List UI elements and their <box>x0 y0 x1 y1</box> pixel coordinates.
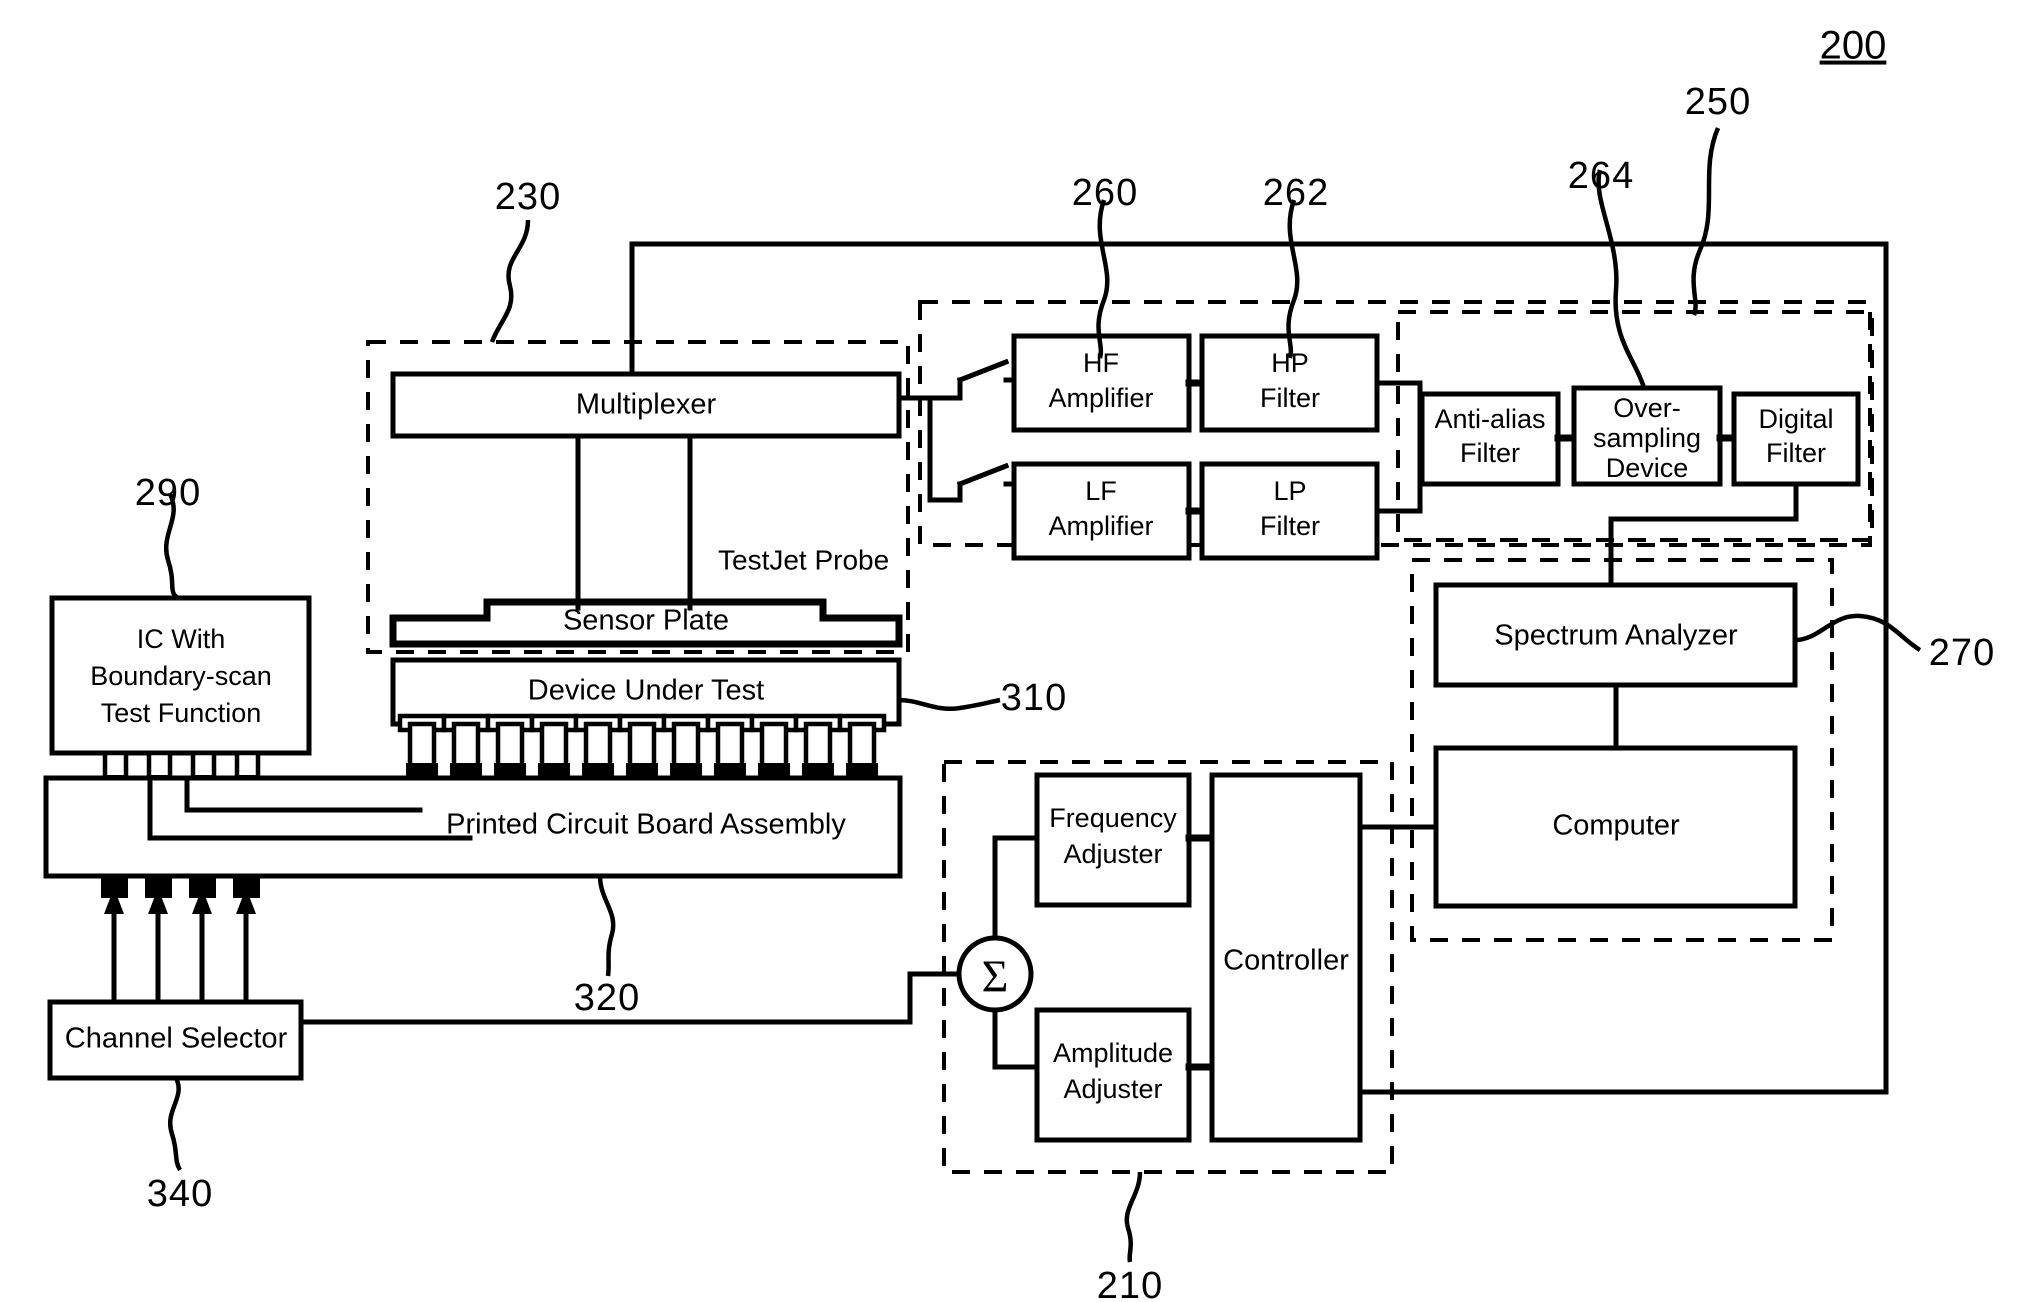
testjet-probe-label: TestJet Probe <box>718 544 889 575</box>
dut-pin <box>573 713 623 783</box>
summer-to-amplitude-wire <box>992 1007 1044 1070</box>
multiplexer-label: Multiplexer <box>576 389 717 421</box>
patent-figure-canvas: Multiplexer Sensor Plate TestJet Probe H… <box>0 0 2034 1302</box>
ref-310: 310 <box>1001 677 1067 719</box>
controller-label: Controller <box>1223 945 1349 977</box>
pcb-assembly-label: Printed Circuit Board Assembly <box>446 809 846 841</box>
ref-264: 264 <box>1568 155 1634 197</box>
lf-amplifier-label-line2: Amplifier <box>1048 511 1153 541</box>
digital-filter-label-line2: Filter <box>1766 438 1826 468</box>
digital-filter-label-line1: Digital <box>1758 404 1833 434</box>
device-under-test-label: Device Under Test <box>528 675 764 707</box>
ref-340: 340 <box>147 1173 213 1215</box>
leader-250 <box>1691 127 1721 316</box>
leader-320 <box>597 875 616 977</box>
hf-amplifier-label-line2: Amplifier <box>1048 383 1153 413</box>
antialias-filter-label-line2: Filter <box>1460 438 1520 468</box>
dut-pin <box>397 713 447 783</box>
antialias-filter-label-line1: Anti-alias <box>1434 404 1545 434</box>
channel-selector-arrows <box>104 888 256 1005</box>
digital-filter-to-analyzer-wire <box>1608 481 1799 588</box>
lp-filter-label-line1: LP <box>1273 476 1306 506</box>
ref-200: 200 <box>1820 24 1887 68</box>
ref-290: 290 <box>135 472 201 514</box>
leader-270 <box>1794 613 1922 652</box>
oversampling-device-label-line2: sampling <box>1593 423 1701 453</box>
dut-pin <box>749 713 799 783</box>
dut-pin <box>661 713 711 783</box>
leader-210 <box>1124 1171 1143 1263</box>
ic-label-line3: Test Function <box>101 698 262 728</box>
ref-320: 320 <box>574 977 640 1019</box>
dut-pin <box>529 713 579 783</box>
oversampling-device-label-line1: Over- <box>1613 393 1681 423</box>
ref-260: 260 <box>1072 172 1138 214</box>
ref-270: 270 <box>1929 632 1995 674</box>
amplitude-adjuster-label-line1: Amplitude <box>1053 1038 1173 1068</box>
dut-pin <box>441 713 491 783</box>
ref-230: 230 <box>495 176 561 218</box>
oversampling-device-label-line3: Device <box>1606 453 1689 483</box>
dut-pin <box>617 713 667 783</box>
spectrum-analyzer-label: Spectrum Analyzer <box>1494 620 1738 652</box>
dut-pin <box>485 713 535 783</box>
channel-selector-label: Channel Selector <box>65 1023 288 1055</box>
block-diagram: Multiplexer Sensor Plate TestJet Probe H… <box>43 24 1995 1302</box>
leader-340 <box>168 1076 182 1172</box>
leader-310 <box>898 697 1001 712</box>
hp-filter-label-line2: Filter <box>1260 383 1320 413</box>
computer-label: Computer <box>1552 810 1680 842</box>
ref-262: 262 <box>1263 172 1329 214</box>
summer-symbol: Σ <box>982 951 1009 1002</box>
pcb-bottom-pins-group <box>101 876 260 898</box>
leader-230 <box>489 219 531 343</box>
dut-pins-group <box>397 713 887 783</box>
frequency-adjuster-label-line2: Adjuster <box>1063 839 1162 869</box>
ic-label-line2: Boundary-scan <box>90 661 272 691</box>
lp-filter-label-line2: Filter <box>1260 511 1320 541</box>
frequency-adjuster-label-line1: Frequency <box>1049 803 1177 833</box>
leader-264 <box>1596 169 1647 389</box>
ic-label-line1: IC With <box>137 624 226 654</box>
dut-pin <box>793 713 843 783</box>
ref-210: 210 <box>1097 1265 1163 1302</box>
lf-amplifier-label-line1: LF <box>1085 476 1117 506</box>
ref-250: 250 <box>1685 81 1751 123</box>
dut-pin <box>705 713 755 783</box>
dut-pin <box>837 713 887 783</box>
sensor-plate-label: Sensor Plate <box>563 605 729 637</box>
amplitude-adjuster-label-line2: Adjuster <box>1063 1074 1162 1104</box>
summer-to-frequency-wire <box>992 835 1044 941</box>
